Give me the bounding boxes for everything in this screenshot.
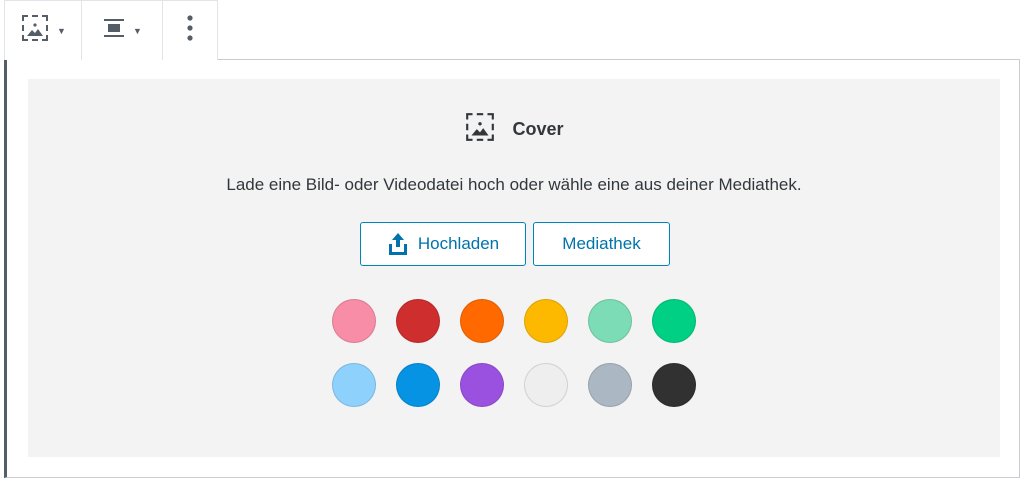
media-library-button-label: Mediathek [562, 234, 641, 253]
block-toolbar: ▼ ▼ [4, 0, 218, 60]
media-library-button[interactable]: Mediathek [533, 222, 670, 266]
block-type-switcher[interactable]: ▼ [5, 1, 82, 60]
color-swatch[interactable] [524, 299, 568, 343]
upload-icon [387, 232, 409, 256]
cover-image-icon [464, 111, 496, 148]
upload-button[interactable]: Hochladen [360, 222, 526, 266]
color-swatch[interactable] [524, 363, 568, 407]
placeholder-title: Cover [512, 118, 564, 139]
color-swatch[interactable] [652, 299, 696, 343]
chevron-down-icon: ▼ [133, 25, 142, 36]
color-palette [332, 299, 700, 407]
align-center-icon [102, 17, 126, 44]
cover-image-icon [20, 13, 50, 48]
color-swatch[interactable] [588, 299, 632, 343]
chevron-down-icon: ▼ [57, 25, 66, 36]
color-swatch[interactable] [460, 363, 504, 407]
cover-placeholder: Cover Lade eine Bild- oder Videodatei ho… [28, 79, 1000, 457]
color-swatch[interactable] [588, 363, 632, 407]
color-swatch[interactable] [652, 363, 696, 407]
color-swatch[interactable] [332, 363, 376, 407]
alignment-button[interactable]: ▼ [82, 1, 163, 60]
color-swatch[interactable] [396, 363, 440, 407]
more-options-button[interactable] [163, 1, 217, 60]
more-vertical-icon [186, 14, 194, 47]
placeholder-label: Cover [28, 111, 1000, 148]
color-swatch[interactable] [332, 299, 376, 343]
placeholder-actions: Hochladen Mediathek [360, 222, 670, 266]
color-swatch[interactable] [396, 299, 440, 343]
color-swatch[interactable] [460, 299, 504, 343]
placeholder-instructions: Lade eine Bild- oder Videodatei hoch ode… [226, 175, 802, 194]
upload-button-label: Hochladen [417, 234, 500, 253]
